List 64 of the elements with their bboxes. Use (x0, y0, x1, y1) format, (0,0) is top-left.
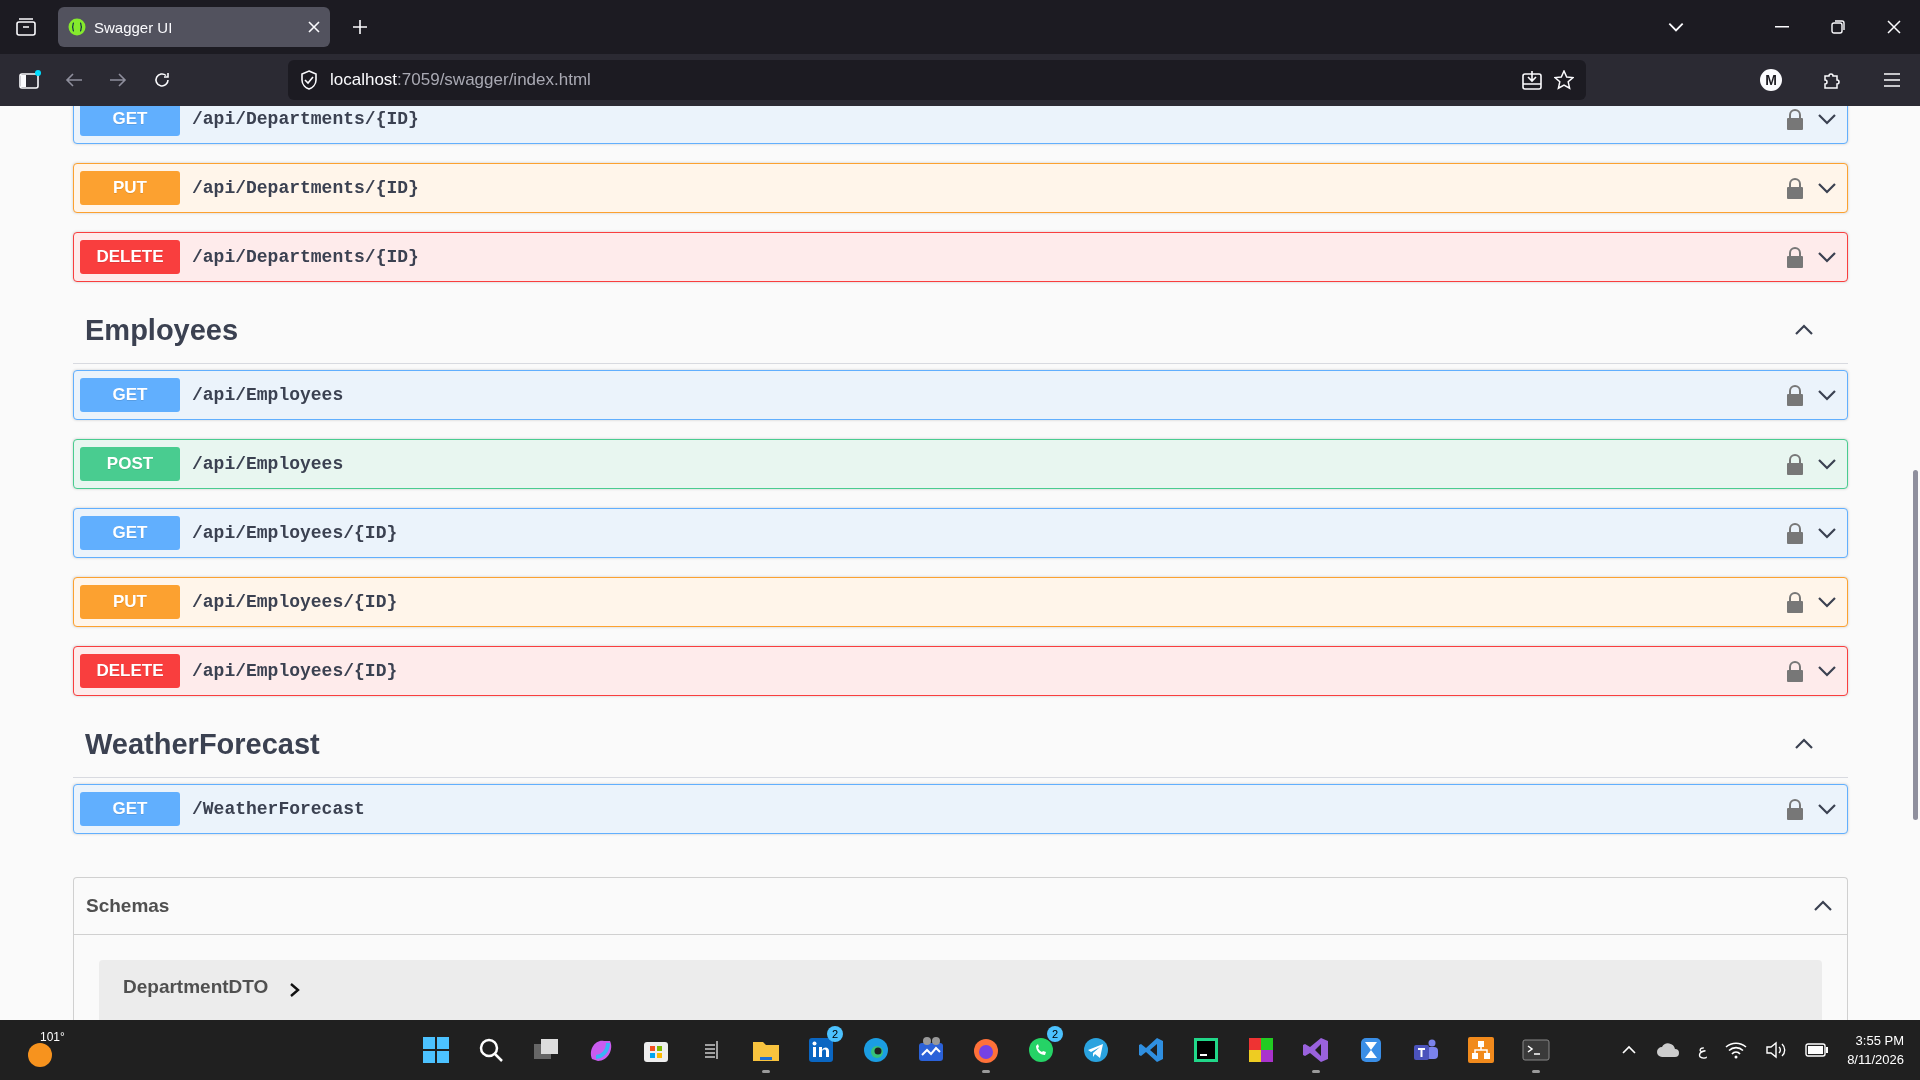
endpoint-path: /api/Departments/{ID} (192, 247, 420, 267)
lock-icon[interactable] (1785, 108, 1805, 130)
shield-icon[interactable] (300, 70, 318, 90)
method-badge: DELETE (80, 654, 180, 688)
method-badge: POST (80, 447, 180, 481)
sun-icon[interactable] (26, 1041, 54, 1069)
operation-row[interactable]: DELETE /api/Departments/{ID} (73, 232, 1848, 282)
method-badge: PUT (80, 585, 180, 619)
temperature[interactable]: 101° (40, 1030, 65, 1044)
operation-row[interactable]: DELETE /api/Employees/{ID} (73, 646, 1848, 696)
download-icon[interactable] (1522, 70, 1542, 90)
endpoint-path: /api/Employees/{ID} (192, 523, 399, 543)
lock-icon[interactable] (1785, 798, 1805, 820)
clock[interactable]: 3:55 PM 8/11/2026 (1847, 1031, 1904, 1069)
operation-row[interactable]: GET /WeatherForecast (73, 784, 1848, 834)
method-badge: GET (80, 378, 180, 412)
operation-row[interactable]: GET /api/Employees (73, 370, 1848, 420)
section-title: WeatherForecast (85, 727, 320, 761)
swagger-logo-icon (68, 18, 86, 36)
endpoint-path: /api/Departments/{ID} (192, 109, 420, 129)
method-badge: DELETE (80, 240, 180, 274)
battery-icon[interactable] (1805, 1043, 1830, 1057)
operation-row[interactable]: PUT /api/Departments/{ID} (73, 163, 1848, 213)
lock-icon[interactable] (1785, 246, 1805, 268)
model-name: DepartmentDTO (123, 976, 269, 998)
url-text: localhost:7059/swagger/index.html (330, 70, 592, 90)
tab-title: Swagger UI (94, 18, 174, 36)
lock-icon[interactable] (1785, 522, 1805, 544)
diagram-icon[interactable] (1466, 1035, 1497, 1065)
endpoint-path: /api/Departments/{ID} (192, 178, 420, 198)
schemas-title: Schemas (86, 895, 170, 917)
section-title: Employees (85, 313, 239, 347)
operation-row[interactable]: GET /api/Departments/{ID} (73, 106, 1848, 144)
lock-icon[interactable] (1785, 591, 1805, 613)
method-badge: GET (80, 792, 180, 826)
notification-badge: 2 (1047, 1026, 1064, 1042)
model-row[interactable]: DepartmentDTO (99, 960, 1822, 1020)
operation-row[interactable]: GET /api/Employees/{ID} (73, 508, 1848, 558)
operation-row[interactable]: PUT /api/Employees/{ID} (73, 577, 1848, 627)
endpoint-path: /WeatherForecast (192, 799, 366, 819)
endpoint-path: /api/Employees/{ID} (192, 592, 399, 612)
address-bar[interactable]: localhost:7059/swagger/index.html (288, 60, 1586, 100)
browser-tab[interactable]: Swagger UI (58, 7, 330, 47)
method-badge: GET (80, 516, 180, 550)
lock-icon[interactable] (1785, 384, 1805, 406)
operation-row[interactable]: POST /api/Employees (73, 439, 1848, 489)
method-badge: GET (80, 106, 180, 136)
language-indicator[interactable]: ع (1698, 1041, 1708, 1059)
lock-icon[interactable] (1785, 453, 1805, 475)
cloud-icon[interactable] (1656, 1042, 1681, 1058)
profile-avatar[interactable]: M (1760, 69, 1782, 91)
endpoint-path: /api/Employees (192, 385, 345, 405)
method-badge: PUT (80, 171, 180, 205)
close-tab-icon[interactable] (308, 21, 320, 33)
start-icon[interactable] (421, 1035, 452, 1065)
lock-icon[interactable] (1785, 660, 1805, 682)
star-icon[interactable] (1554, 70, 1574, 90)
lock-icon[interactable] (1785, 177, 1805, 199)
notification-badge: 2 (827, 1026, 844, 1042)
endpoint-path: /api/Employees (192, 454, 345, 474)
scrollbar-thumb[interactable] (1913, 470, 1918, 820)
wifi-icon[interactable] (1725, 1041, 1748, 1059)
endpoint-path: /api/Employees/{ID} (192, 661, 399, 681)
volume-icon[interactable] (1765, 1041, 1788, 1059)
